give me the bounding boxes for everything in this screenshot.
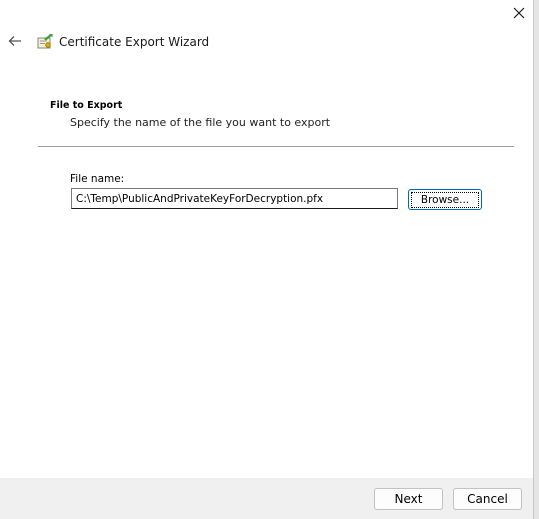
next-button[interactable]: Next [374,488,443,510]
browse-button-label: Browse... [410,191,480,208]
window-title: Certificate Export Wizard [59,35,210,49]
header-divider [38,146,514,147]
close-icon [513,7,525,19]
back-button[interactable] [6,32,24,50]
file-name-input[interactable] [71,188,398,209]
back-arrow-icon [8,36,21,46]
section-description: Specify the name of the file you want to… [70,116,331,129]
close-button[interactable] [508,2,530,24]
window-edge [534,0,539,519]
cancel-button[interactable]: Cancel [453,488,522,510]
certificate-icon [37,34,53,49]
section-title: File to Export [50,100,123,111]
browse-button[interactable]: Browse... [408,189,482,210]
wizard-window: Certificate Export Wizard File to Export… [0,0,534,519]
file-name-label: File name: [70,173,125,185]
